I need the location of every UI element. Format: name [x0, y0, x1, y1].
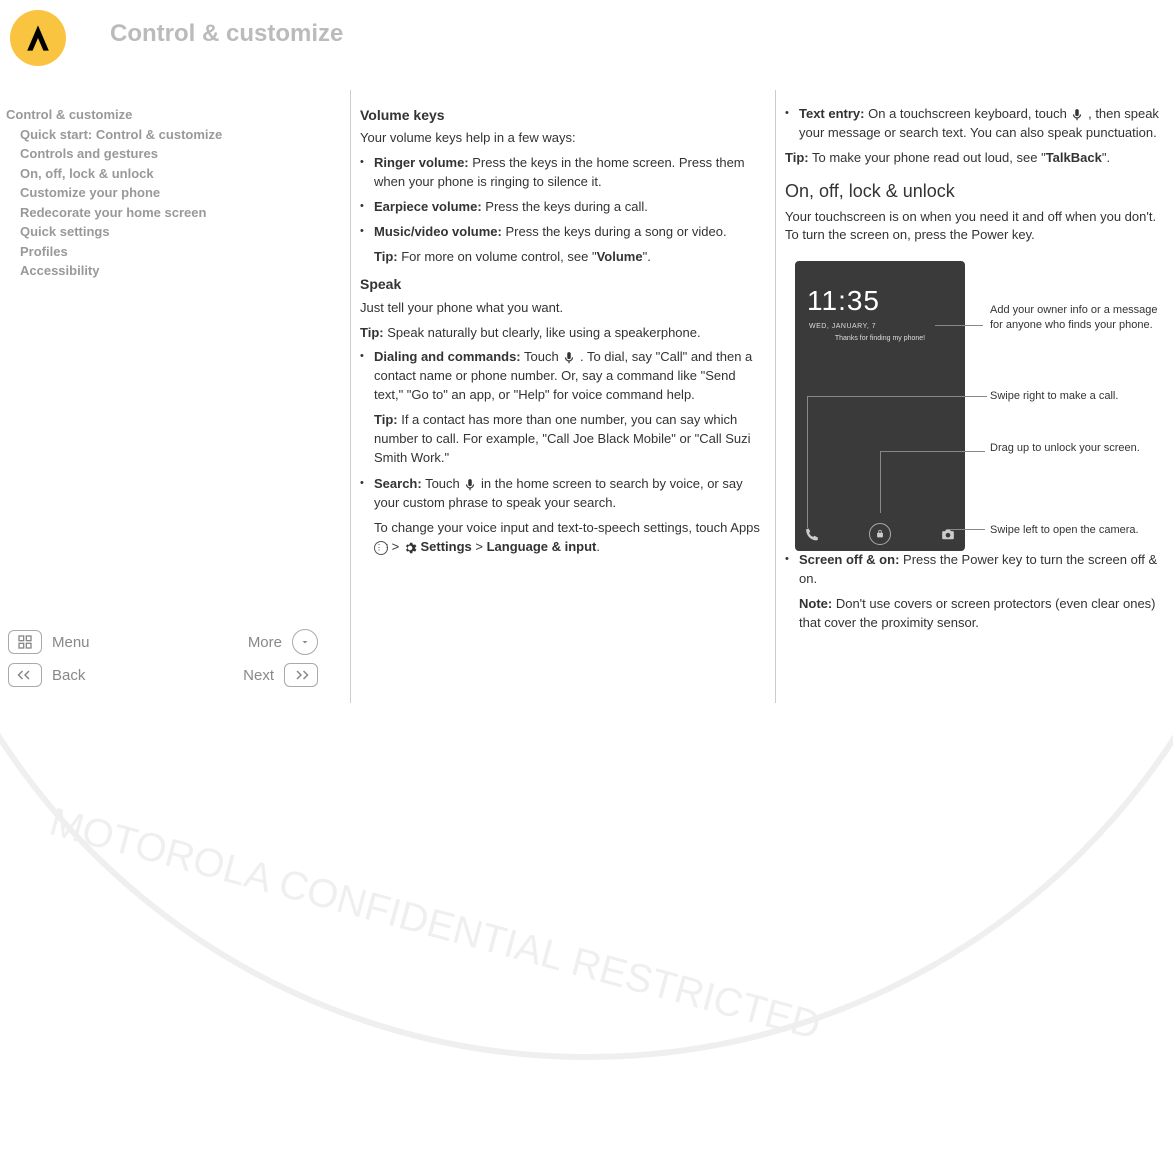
microphone-icon [1070, 108, 1084, 122]
change-voice-settings: To change your voice input and text-to-s… [374, 519, 765, 557]
on-off-heading: On, off, lock & unlock [785, 178, 1170, 204]
music-volume-item: Music/video volume: Press the keys durin… [374, 223, 765, 242]
sidebar-item[interactable]: Customize your phone [6, 183, 276, 203]
sidebar-item[interactable]: Profiles [6, 242, 276, 262]
sidebar-item[interactable]: Controls and gestures [6, 144, 276, 164]
lockscreen-date: WED, JANUARY, 7 [795, 322, 965, 332]
menu-label: Menu [52, 634, 248, 651]
on-off-intro: Your touchscreen is on when you need it … [785, 208, 1170, 246]
search-item: Search: Touch in the home screen to sear… [374, 475, 765, 513]
content-column-2: • Text entry: On a touchscreen keyboard,… [785, 105, 1170, 641]
dialing-commands-item: Dialing and commands: Touch . To dial, s… [374, 348, 765, 405]
speak-heading: Speak [360, 274, 765, 294]
proximity-note: Note: Don't use covers or screen protect… [799, 595, 1170, 633]
sidebar-item[interactable]: On, off, lock & unlock [6, 164, 276, 184]
sidebar-item[interactable]: Quick settings [6, 222, 276, 242]
annotation-swipe-right: Swipe right to make a call. [990, 389, 1170, 403]
microphone-icon [463, 478, 477, 492]
earpiece-volume-item: Earpiece volume: Press the keys during a… [374, 198, 765, 217]
annotation-owner-info: Add your owner info or a message for any… [990, 303, 1170, 332]
sidebar-item[interactable]: Redecorate your home screen [6, 203, 276, 223]
sidebar-top[interactable]: Control & customize [6, 105, 276, 125]
text-entry-item: Text entry: On a touchscreen keyboard, t… [799, 105, 1170, 143]
back-label: Back [52, 667, 243, 684]
page-nav: Menu More Back Next [8, 629, 328, 695]
sidebar-item[interactable]: Quick start: Control & customize [6, 125, 276, 145]
speak-intro: Just tell your phone what you want. [360, 299, 765, 318]
more-button[interactable] [292, 629, 318, 655]
sidebar-item[interactable]: Accessibility [6, 261, 276, 281]
next-button[interactable] [284, 663, 318, 687]
volume-intro: Your volume keys help in a few ways: [360, 129, 765, 148]
apps-icon: ⋮⋮ [374, 541, 388, 555]
divider [775, 90, 776, 703]
lockscreen-time: 11:35 [795, 261, 965, 322]
volume-tip: Tip: For more on volume control, see "Vo… [374, 248, 765, 267]
annotation-swipe-left: Swipe left to open the camera. [990, 523, 1170, 537]
back-button[interactable] [8, 663, 42, 687]
more-label: More [248, 634, 282, 651]
sidebar-nav: Control & customize Quick start: Control… [6, 105, 276, 281]
annotation-drag-up: Drag up to unlock your screen. [990, 441, 1170, 455]
page-title: Control & customize [110, 20, 343, 48]
next-label: Next [243, 667, 274, 684]
menu-button[interactable] [8, 630, 42, 654]
microphone-icon [562, 351, 576, 365]
svg-text:MOTOROLA CONFIDENTIAL RESTRICT: MOTOROLA CONFIDENTIAL RESTRICTED [45, 799, 825, 1047]
ringer-volume-item: Ringer volume: Press the keys in the hom… [374, 154, 765, 192]
divider [350, 90, 351, 703]
readout-tip: Tip: To make your phone read out loud, s… [785, 149, 1170, 168]
content-column-1: Volume keys Your volume keys help in a f… [360, 105, 765, 565]
speak-tip: Tip: Speak naturally but clearly, like u… [360, 324, 765, 343]
volume-keys-heading: Volume keys [360, 105, 765, 125]
screen-off-on-item: Screen off & on: Press the Power key to … [799, 551, 1170, 589]
phone-icon [805, 527, 819, 541]
gear-icon [403, 541, 417, 555]
brand-logo [10, 10, 66, 66]
lockscreen-owner-msg: Thanks for finding my phone! [795, 334, 965, 344]
dialing-tip: Tip: If a contact has more than one numb… [374, 411, 765, 468]
